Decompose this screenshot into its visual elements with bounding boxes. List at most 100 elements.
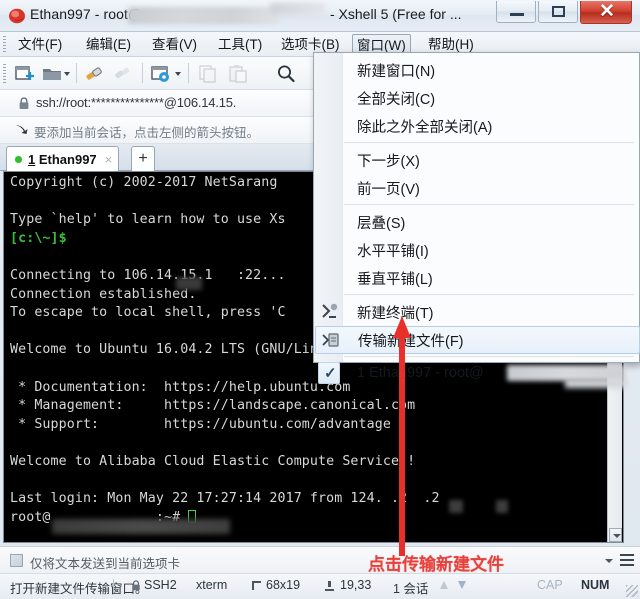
menu-item-close-others[interactable]: 除此之外全部关闭(A): [315, 112, 640, 140]
status-divider-1: [113, 579, 114, 593]
menu-item-label: 新建窗口(N): [357, 63, 436, 80]
term-line-copyright: Copyright (c) 2002-2017 NetSarang: [10, 175, 286, 190]
download-arrow-icon: [458, 581, 466, 589]
menu-item-session-ethan997[interactable]: ✓ 1 Ethan997 - root@: [315, 360, 640, 388]
terminal-size-icon: [252, 581, 261, 590]
tab-ethan997[interactable]: 1 Ethan997 ×: [6, 146, 120, 171]
term-line-lastlogin: Last login: Mon May 22 17:27:14 2017 fro…: [10, 491, 440, 507]
copy-icon: [199, 65, 216, 83]
xshell-logo-icon: [9, 8, 25, 24]
properties-icon[interactable]: [151, 64, 171, 84]
disconnect-icon: [115, 67, 130, 79]
menu-item-label: 全部关闭(C): [357, 91, 436, 108]
check-icon-box: ✓: [318, 362, 340, 384]
status-hint: 打开新建文件传输窗口。: [10, 582, 148, 596]
redacted-ip-terminal: [176, 277, 202, 290]
menu-item-label: 下一步(X): [357, 153, 420, 170]
upload-arrow-icon: [440, 581, 448, 589]
titlebar[interactable]: Ethan997 - root@ - Xshell 5 (Free for ..…: [0, 0, 640, 32]
redacted-hostname-menu-2: [565, 379, 627, 388]
toolbar-separator-2: [142, 63, 143, 83]
menu-item-next[interactable]: 下一步(X): [315, 146, 640, 174]
curved-arrow-icon: [16, 125, 28, 134]
close-icon: ✕: [599, 1, 615, 22]
term-line-management: * Management: https://landscape.canonica…: [10, 398, 416, 414]
menu-edit[interactable]: 编辑(E): [82, 34, 135, 55]
menu-separator-2: [344, 204, 634, 205]
close-button[interactable]: ✕: [580, 1, 632, 24]
menubar-grip[interactable]: [3, 36, 6, 53]
redacted-hostname-title: [128, 7, 278, 24]
window-menu-dropdown: 新建窗口(N) 全部关闭(C) 除此之外全部关闭(A) 下一步(X) 前一页(V…: [313, 52, 640, 388]
new-tab-button[interactable]: +: [131, 146, 155, 171]
lock-icon: [132, 580, 140, 591]
new-terminal-icon: [322, 303, 338, 318]
menu-item-label: 层叠(S): [357, 215, 406, 232]
terminal-scroll-down-button[interactable]: [609, 528, 622, 542]
send-text-bar: 仅将文本发送到当前选项卡 点击传输新建文件: [0, 546, 640, 574]
menu-item-new-terminal[interactable]: 新建终端(T): [315, 298, 640, 326]
open-folder-dropdown-caret[interactable]: [64, 72, 70, 76]
connect-icon[interactable]: [84, 64, 104, 84]
menu-item-new-file-transfer[interactable]: 传输新建文件(F): [315, 326, 640, 354]
status-sessions: 1 会话: [393, 582, 429, 596]
toolbar-separator-1: [76, 63, 77, 83]
tab-close-icon[interactable]: ×: [105, 152, 113, 167]
menu-item-label: 新建终端(T): [357, 305, 434, 322]
term-line-alibaba: Welcome to Alibaba Cloud Elastic Compute…: [10, 453, 416, 469]
menu-separator-3: [344, 294, 634, 295]
menu-item-new-window[interactable]: 新建窗口(N): [315, 56, 640, 84]
maximize-icon: [552, 6, 565, 17]
toolbar-separator-3: [188, 63, 189, 83]
menu-item-previous[interactable]: 前一页(V): [315, 174, 640, 202]
new-session-icon[interactable]: [14, 64, 34, 84]
redacted-ip-lastlogin-1: [449, 500, 463, 513]
minimize-icon: [510, 13, 524, 16]
session-hint-text: 要添加当前会话，点击左侧的箭头按钮。: [34, 126, 260, 140]
status-num-lock: NUM: [581, 578, 610, 592]
paste-icon: [229, 65, 247, 83]
open-folder-icon[interactable]: [42, 64, 62, 84]
redacted-ip-lastlogin-2: [496, 500, 508, 513]
redacted-hostname-prompt: [52, 519, 230, 534]
xshell-window: Ethan997 - root@ - Xshell 5 (Free for ..…: [0, 0, 640, 599]
menu-tools[interactable]: 工具(T): [214, 34, 266, 55]
term-line-documentation: * Documentation: https://help.ubuntu.com: [10, 379, 351, 395]
tab-status-dot: [15, 155, 22, 163]
menu-item-label: 除此之外全部关闭(A): [357, 119, 493, 136]
status-protocol: SSH2: [144, 578, 177, 592]
menu-item-tile-horizontal[interactable]: 水平平铺(I): [315, 236, 640, 264]
cursor-position-icon: [325, 581, 334, 591]
term-line-established: Connection established.: [10, 286, 197, 302]
check-icon: ✓: [324, 365, 337, 382]
term-line-connecting: Connecting to 106.14.15.1 :22...: [10, 267, 286, 283]
file-transfer-icon: [322, 333, 339, 347]
window-resize-grip[interactable]: [626, 585, 638, 597]
toolbar-grip[interactable]: [3, 64, 6, 83]
menu-item-cascade[interactable]: 层叠(S): [315, 208, 640, 236]
status-cursor: 19,33: [340, 578, 372, 592]
window-title: Ethan997 - root@: [30, 6, 143, 22]
maximize-button[interactable]: [538, 1, 578, 23]
find-icon[interactable]: [276, 64, 296, 84]
menu-item-tile-vertical[interactable]: 垂直平铺(L): [315, 264, 640, 292]
redacted-hostname-title-2: [270, 3, 325, 15]
chevron-down-icon[interactable]: [605, 559, 613, 563]
menu-separator-4: [344, 356, 634, 357]
menu-item-label: 前一页(V): [357, 181, 420, 198]
properties-dropdown-caret[interactable]: [175, 72, 181, 76]
chevron-down-icon: [613, 534, 621, 538]
menu-item-close-all[interactable]: 全部关闭(C): [315, 84, 640, 112]
address-input-value[interactable]: ssh://root:***************@106.14.15.: [36, 95, 236, 110]
menu-item-label: 1 Ethan997 - root@: [357, 365, 484, 381]
menu-file[interactable]: 文件(F): [14, 34, 66, 55]
hamburger-icon[interactable]: [620, 554, 634, 566]
send-to-tab-checkbox[interactable]: [10, 554, 23, 567]
menu-item-label: 垂直平铺(L): [357, 271, 433, 288]
menu-view[interactable]: 查看(V): [148, 34, 201, 55]
term-line-support: * Support: https://ubuntu.com/advantage: [10, 416, 391, 432]
minimize-button[interactable]: [496, 1, 536, 23]
window-title-suffix: - Xshell 5 (Free for ...: [330, 6, 462, 22]
term-prompt-local: [c:\~]$: [10, 230, 67, 246]
menu-separator-1: [344, 142, 634, 143]
